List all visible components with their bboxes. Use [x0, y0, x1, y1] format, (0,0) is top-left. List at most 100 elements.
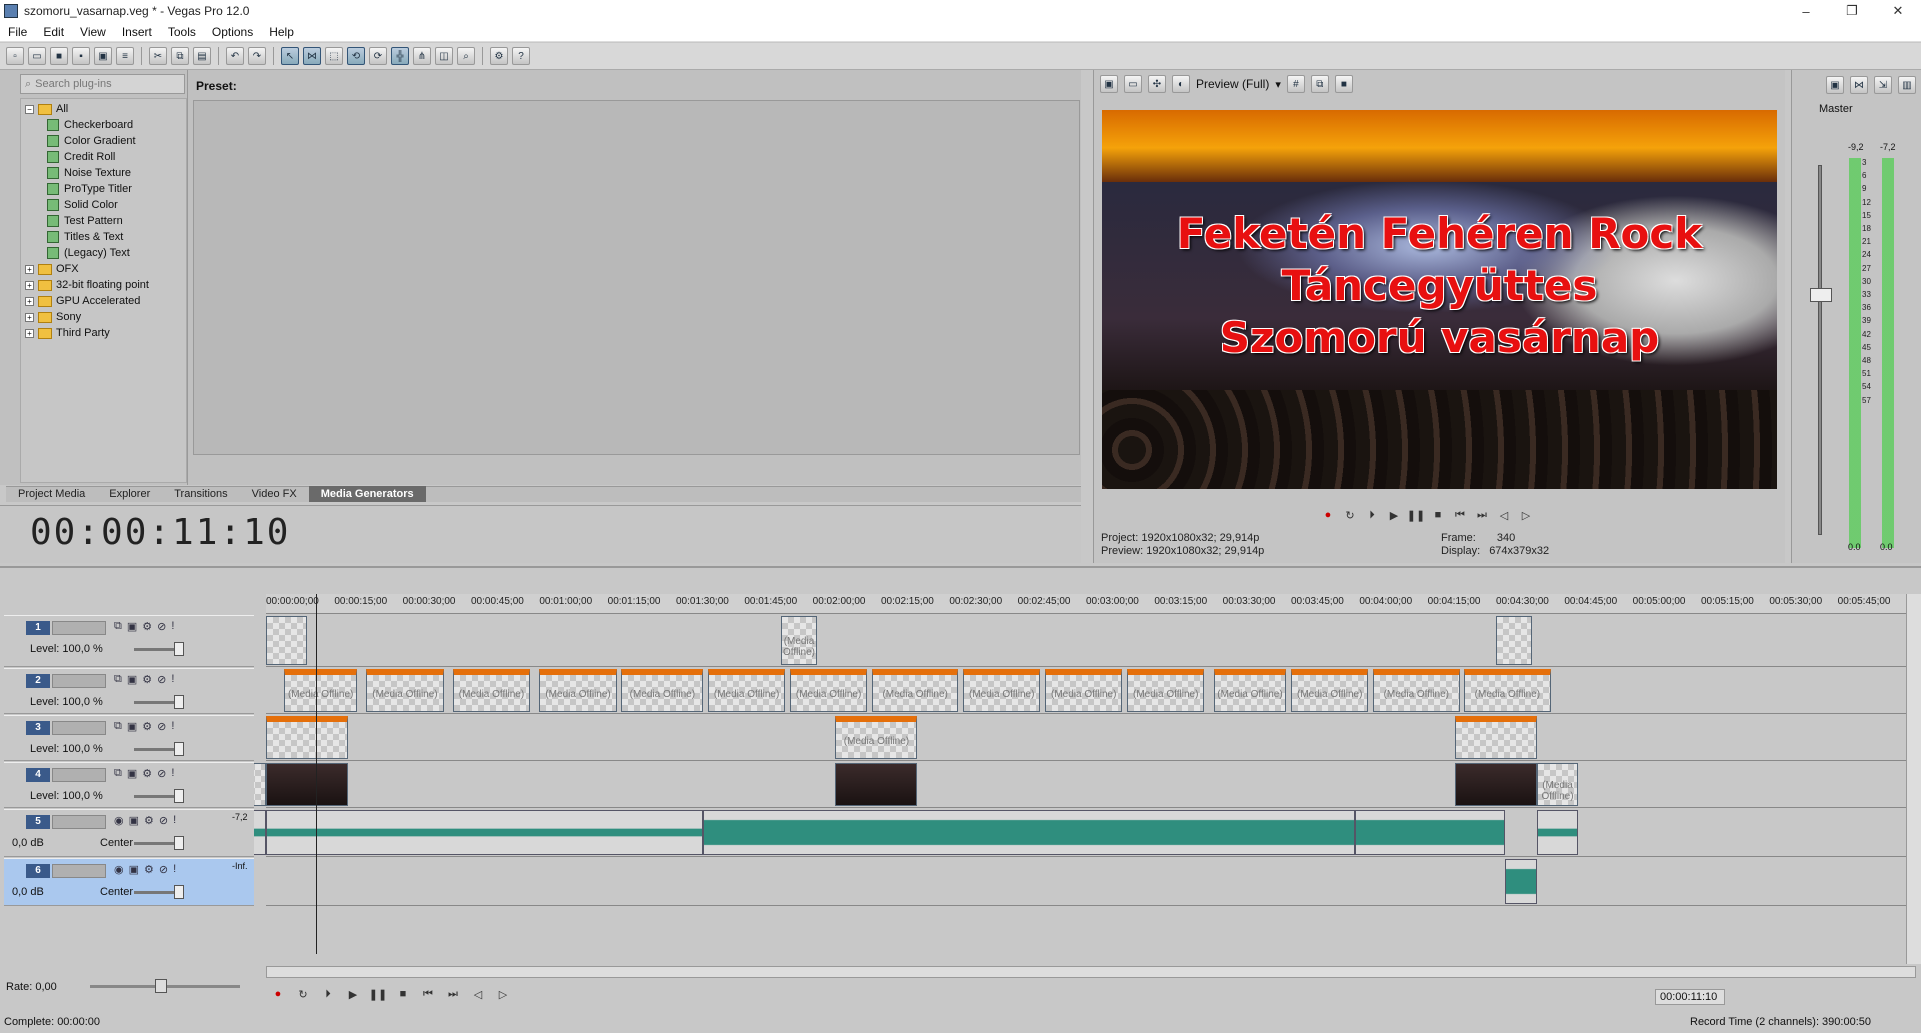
- tree-generator-item[interactable]: Credit Roll: [21, 149, 186, 165]
- master-fader-track[interactable]: [1818, 165, 1822, 535]
- tab-video-fx[interactable]: Video FX: [240, 486, 309, 502]
- next-frame-icon[interactable]: ▷: [1518, 508, 1534, 522]
- track-lane-6[interactable]: [266, 858, 1906, 906]
- track-fx-icon[interactable]: ⚙: [144, 814, 154, 827]
- play-from-start-icon[interactable]: ⏵: [320, 987, 336, 1001]
- master-fader-knob[interactable]: [1810, 288, 1832, 302]
- track-motion-icon[interactable]: ▣: [127, 720, 137, 733]
- track-header-5[interactable]: 5 ◉ ▣ ⚙ ⊘! 0,0 dB Center -7,2: [4, 809, 254, 857]
- play-from-start-icon[interactable]: ⏵: [1364, 508, 1380, 522]
- new-project-icon[interactable]: ▫: [6, 47, 24, 65]
- stop-icon[interactable]: ■: [1430, 508, 1446, 522]
- expand-icon[interactable]: +: [25, 280, 34, 290]
- go-to-start-icon[interactable]: ⏮: [420, 987, 436, 1001]
- pause-icon[interactable]: ❚❚: [1407, 508, 1425, 522]
- tab-transitions[interactable]: Transitions: [162, 486, 239, 502]
- audio-event[interactable]: [266, 810, 704, 855]
- solo-icon[interactable]: !: [171, 673, 174, 686]
- tree-generator-item[interactable]: ProType Titler: [21, 181, 186, 197]
- cut-icon[interactable]: ✂: [149, 47, 167, 65]
- go-to-start-icon[interactable]: ⏮: [1452, 508, 1468, 522]
- video-event[interactable]: (Media Offline): [780, 616, 818, 665]
- minimize-button[interactable]: –: [1783, 0, 1829, 22]
- track-fx-icon[interactable]: ⚙: [142, 720, 152, 733]
- video-event[interactable]: [1455, 716, 1537, 759]
- track-name-field[interactable]: [52, 768, 106, 782]
- track-fx-icon[interactable]: ⚙: [144, 863, 154, 876]
- video-event[interactable]: (Media Offline): [1373, 669, 1460, 712]
- mute-icon[interactable]: ⊘: [157, 620, 166, 633]
- track-level-knob[interactable]: [174, 695, 184, 709]
- expand-icon[interactable]: +: [25, 264, 34, 274]
- mute-icon[interactable]: ⊘: [157, 720, 166, 733]
- auto-ripple-icon[interactable]: ⟲: [347, 47, 365, 65]
- tab-explorer[interactable]: Explorer: [97, 486, 162, 502]
- tree-folder[interactable]: + OFX: [21, 261, 186, 277]
- track-motion-icon[interactable]: ▣: [127, 673, 137, 686]
- lock-envelopes-icon[interactable]: ⟳: [369, 47, 387, 65]
- track-header-3[interactable]: 3 ⧉ ▣ ⚙ ⊘! Level: 100,0 %: [4, 715, 254, 761]
- track-level-knob[interactable]: [174, 885, 184, 899]
- video-event[interactable]: (Media Offline): [539, 669, 617, 712]
- horizontal-scrollbar[interactable]: [266, 966, 1916, 978]
- time-ruler[interactable]: 00:00:00;00 00:00:15;00 00:00:30;00 00:00:4…: [266, 594, 1921, 614]
- track-header-2[interactable]: 2 ⧉ ▣ ⚙ ⊘! Level: 100,0 %: [4, 668, 254, 714]
- compositing-mode-icon[interactable]: ⧉: [114, 620, 122, 633]
- copy-icon[interactable]: ⧉: [171, 47, 189, 65]
- preview-quality-dropdown[interactable]: Preview (Full): [1196, 77, 1269, 91]
- zoom-tool-icon[interactable]: ⌕: [457, 47, 475, 65]
- audio-event[interactable]: [703, 810, 1355, 855]
- stop-icon[interactable]: ■: [395, 987, 411, 1001]
- split-screen-icon[interactable]: ◐: [1172, 75, 1190, 93]
- video-event[interactable]: [1496, 616, 1533, 665]
- track-motion-icon[interactable]: ▣: [129, 863, 139, 876]
- tree-folder[interactable]: + Third Party: [21, 325, 186, 341]
- loop-icon[interactable]: ↻: [295, 987, 311, 1001]
- pause-icon[interactable]: ❚❚: [369, 987, 387, 1001]
- track-lane-3[interactable]: (Media Offline): [266, 715, 1906, 761]
- track-fx-icon[interactable]: ⚙: [142, 673, 152, 686]
- render-as-icon[interactable]: ▣: [94, 47, 112, 65]
- track-motion-icon[interactable]: ▣: [127, 620, 137, 633]
- arm-record-icon[interactable]: ◉: [114, 814, 124, 827]
- menu-edit[interactable]: Edit: [35, 25, 72, 39]
- mute-icon[interactable]: ⊘: [157, 673, 166, 686]
- vertical-scrollbar[interactable]: [1906, 594, 1921, 964]
- maximize-button[interactable]: ❐: [1829, 0, 1875, 22]
- tree-folder[interactable]: − All: [21, 101, 186, 117]
- redo-icon[interactable]: ↷: [248, 47, 266, 65]
- properties-icon[interactable]: ≡: [116, 47, 134, 65]
- tab-media-generators[interactable]: Media Generators: [308, 486, 426, 502]
- solo-icon[interactable]: !: [171, 620, 174, 633]
- video-event[interactable]: [266, 716, 348, 759]
- track-header-1[interactable]: 1 ⧉ ▣ ⚙ ⊘! Level: 100,0 %: [4, 615, 254, 667]
- save-as-icon[interactable]: ▪: [72, 47, 90, 65]
- whats-this-icon[interactable]: ?: [512, 47, 530, 65]
- menu-view[interactable]: View: [72, 25, 114, 39]
- track-level-knob[interactable]: [174, 642, 184, 656]
- overlays-icon[interactable]: #: [1286, 75, 1305, 93]
- track-name-field[interactable]: [52, 815, 106, 829]
- mute-icon[interactable]: ⊘: [159, 814, 168, 827]
- rate-slider-knob[interactable]: [155, 979, 167, 993]
- tree-generator-item[interactable]: Checkerboard: [21, 117, 186, 133]
- track-name-field[interactable]: [52, 721, 106, 735]
- track-header-4[interactable]: 4 ⧉ ▣ ⚙ ⊘! Level: 100,0 %: [4, 762, 254, 808]
- play-icon[interactable]: ▶: [345, 987, 361, 1001]
- open-icon[interactable]: ▭: [28, 47, 46, 65]
- track-fx-icon[interactable]: ⚙: [142, 767, 152, 780]
- track-motion-icon[interactable]: ▣: [129, 814, 139, 827]
- search-plugins-input[interactable]: ⌕ Search plug-ins: [20, 74, 185, 94]
- solo-icon[interactable]: !: [173, 863, 176, 876]
- master-properties-icon[interactable]: ▣: [1826, 76, 1844, 94]
- mute-icon[interactable]: ⊘: [157, 767, 166, 780]
- video-event[interactable]: [1455, 763, 1537, 806]
- audio-event[interactable]: [1537, 810, 1578, 855]
- audio-event[interactable]: [1505, 859, 1537, 904]
- menu-insert[interactable]: Insert: [114, 25, 160, 39]
- meters-icon[interactable]: ▥: [1898, 76, 1916, 94]
- video-event[interactable]: (Media Offline): [621, 669, 704, 712]
- snapping-icon[interactable]: ╬: [391, 47, 409, 65]
- video-event[interactable]: (Media Offline): [1537, 763, 1578, 806]
- tree-generator-item[interactable]: Color Gradient: [21, 133, 186, 149]
